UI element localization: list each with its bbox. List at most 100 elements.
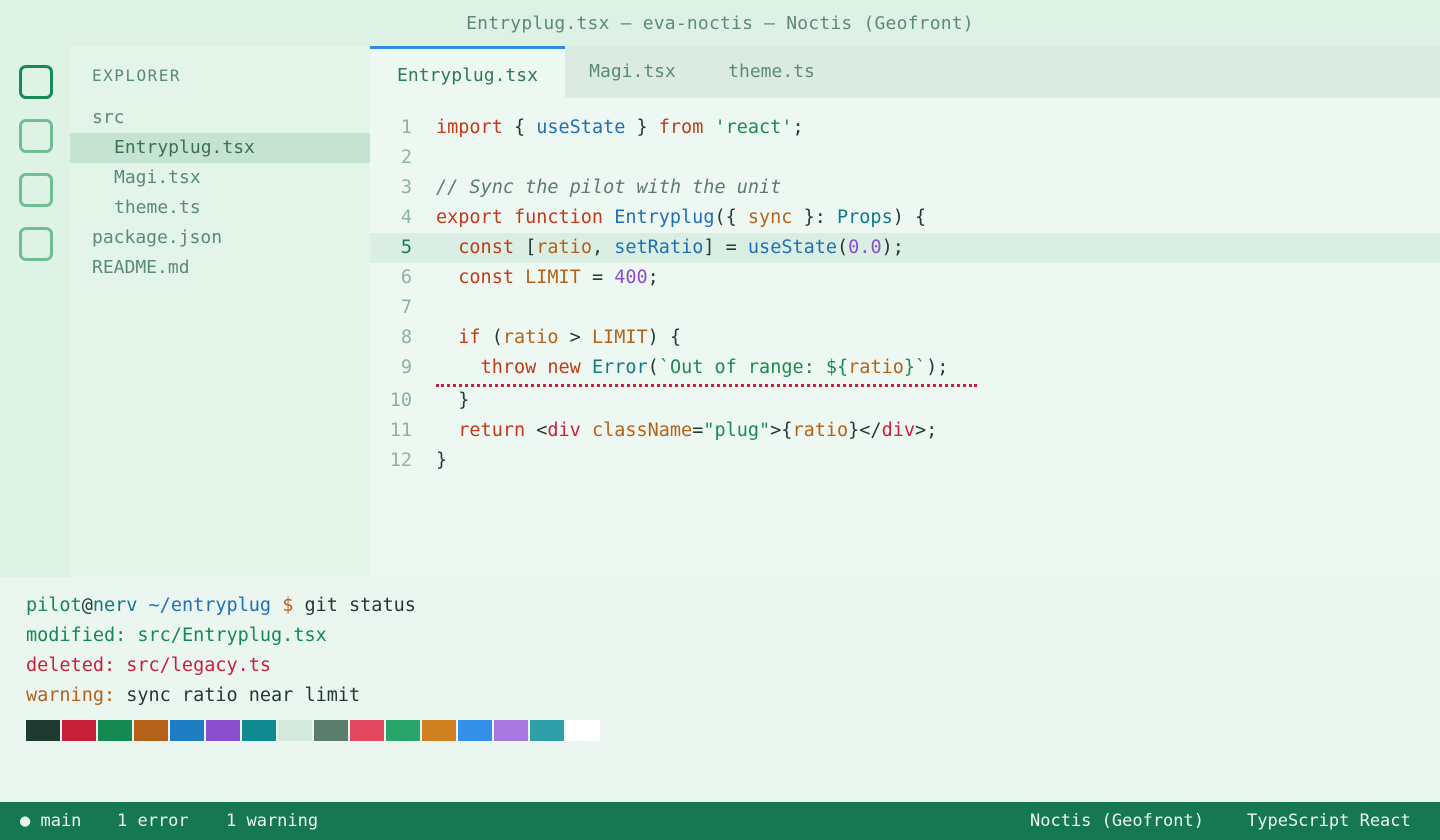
tab-magi[interactable]: Magi.tsx <box>565 46 700 98</box>
code-token: from <box>658 117 704 138</box>
line-number: 1 <box>400 117 412 138</box>
line-number: 5 <box>400 237 412 258</box>
tree-item[interactable]: package.json <box>70 223 370 253</box>
line-number: 12 <box>389 450 412 471</box>
palette-swatch <box>242 720 276 741</box>
code-text: throw new Error(`Out of range: ${ratio}`… <box>436 353 949 383</box>
code-token: setRatio <box>614 237 704 258</box>
code-token: 'react' <box>714 117 793 138</box>
code-token: < <box>525 420 548 441</box>
code-line[interactable]: 8 if (ratio > LIMIT) { <box>370 323 1440 353</box>
code-token: ); <box>926 357 949 378</box>
modified-label: modified: <box>26 625 127 646</box>
code-line[interactable]: 11 return <div className="plug">{ratio}<… <box>370 416 1440 446</box>
prompt-host: nerv <box>92 595 138 616</box>
code-token: Error <box>591 357 648 378</box>
code-token: } <box>625 117 659 138</box>
terminal-deleted-line: deleted: src/legacy.ts <box>26 651 271 681</box>
line-number: 10 <box>389 390 412 411</box>
code-line[interactable]: 1 import { useState } from 'react'; <box>370 113 1440 143</box>
code-token: 400 <box>614 267 648 288</box>
code-line[interactable]: 9 throw new Error(`Out of range: ${ratio… <box>370 353 1440 383</box>
code-token: ( <box>480 327 503 348</box>
prompt-path: ~/entryplug <box>137 595 272 616</box>
code-token: useState <box>747 237 838 258</box>
palette-swatch <box>26 720 60 741</box>
tab-entryplug[interactable]: Entryplug.tsx <box>370 46 565 98</box>
code-line[interactable]: 12} <box>370 446 1440 476</box>
language-mode[interactable]: TypeScript React <box>1247 802 1411 840</box>
palette-swatch <box>422 720 456 741</box>
code-token: function <box>513 207 604 228</box>
code-line[interactable]: 2 <box>370 143 1440 173</box>
line-number: 6 <box>400 267 412 288</box>
code-token: export <box>436 207 503 228</box>
branch-indicator[interactable]: ● main <box>20 802 81 840</box>
code-token: const <box>458 237 514 258</box>
source-control-icon[interactable] <box>19 173 53 207</box>
terminal-panel[interactable]: pilot@nerv ~/entryplug $ git status modi… <box>0 577 1440 802</box>
code-token: if <box>458 327 481 348</box>
code-token: ratio <box>536 237 592 258</box>
code-token: > <box>558 327 592 348</box>
code-token: } <box>436 450 448 471</box>
line-number: 8 <box>400 327 412 348</box>
tab-theme[interactable]: theme.ts <box>700 46 843 98</box>
tree-item[interactable]: src <box>70 103 370 133</box>
code-token: ); <box>881 237 904 258</box>
code-line[interactable]: 5 const [ratio, setRatio] = useState(0.0… <box>370 233 1440 263</box>
tree-item[interactable]: Entryplug.tsx <box>70 133 370 163</box>
code-line[interactable]: 10 } <box>370 386 1440 416</box>
code-token: >{ <box>770 420 793 441</box>
theme-indicator[interactable]: Noctis (Geofront) <box>1030 802 1204 840</box>
palette-swatch <box>458 720 492 741</box>
code-token: = <box>692 420 704 441</box>
palette-swatch <box>350 720 384 741</box>
code-text: const [ratio, setRatio] = useState(0.0); <box>436 233 904 263</box>
palette-swatch <box>386 720 420 741</box>
extensions-icon[interactable] <box>19 227 53 261</box>
line-number: 11 <box>389 420 412 441</box>
explorer-title: EXPLORER <box>92 66 182 85</box>
code-text: } <box>436 446 447 476</box>
code-token: LIMIT <box>525 267 581 288</box>
terminal-command: git status <box>304 595 416 616</box>
code-token: 0.0 <box>848 237 882 258</box>
line-number: 3 <box>400 177 412 198</box>
tree-item[interactable]: theme.ts <box>70 193 370 223</box>
code-line[interactable]: 6 const LIMIT = 400; <box>370 263 1440 293</box>
code-token: ( <box>647 357 659 378</box>
code-line[interactable]: 7 <box>370 293 1440 323</box>
code-token: = <box>580 267 615 288</box>
palette-swatch <box>566 720 600 741</box>
code-token: new <box>547 357 581 378</box>
code-token: ratio <box>792 420 849 441</box>
code-line[interactable]: 3 // Sync the pilot with the unit <box>370 173 1440 203</box>
code-token: ; <box>647 267 659 288</box>
code-line[interactable]: 4 export function Entryplug({ sync }: Pro… <box>370 203 1440 233</box>
code-token: div <box>881 420 915 441</box>
palette-swatch <box>314 720 348 741</box>
status-bar: ● main 1 error 1 warning Noctis (Geofron… <box>0 802 1440 840</box>
palette-swatch <box>494 720 528 741</box>
tree-item[interactable]: Magi.tsx <box>70 163 370 193</box>
search-icon[interactable] <box>19 119 53 153</box>
code-token: ratio <box>848 357 904 378</box>
tree-item[interactable]: README.md <box>70 253 370 283</box>
prompt-symbol: $ <box>271 595 305 616</box>
warning-count[interactable]: 1 warning <box>226 802 318 840</box>
line-number: 4 <box>400 207 412 228</box>
files-icon[interactable] <box>19 65 53 99</box>
code-token: Entryplug <box>614 207 715 228</box>
editor-area[interactable]: Entryplug.tsx Magi.tsx theme.ts 1 import … <box>370 46 1440 577</box>
error-count[interactable]: 1 error <box>117 802 189 840</box>
line-number: 9 <box>400 357 412 378</box>
code-token: sync <box>747 207 793 228</box>
warning-label: warning: <box>26 685 116 706</box>
code-token: return <box>458 420 526 441</box>
code-token: >; <box>915 420 938 441</box>
